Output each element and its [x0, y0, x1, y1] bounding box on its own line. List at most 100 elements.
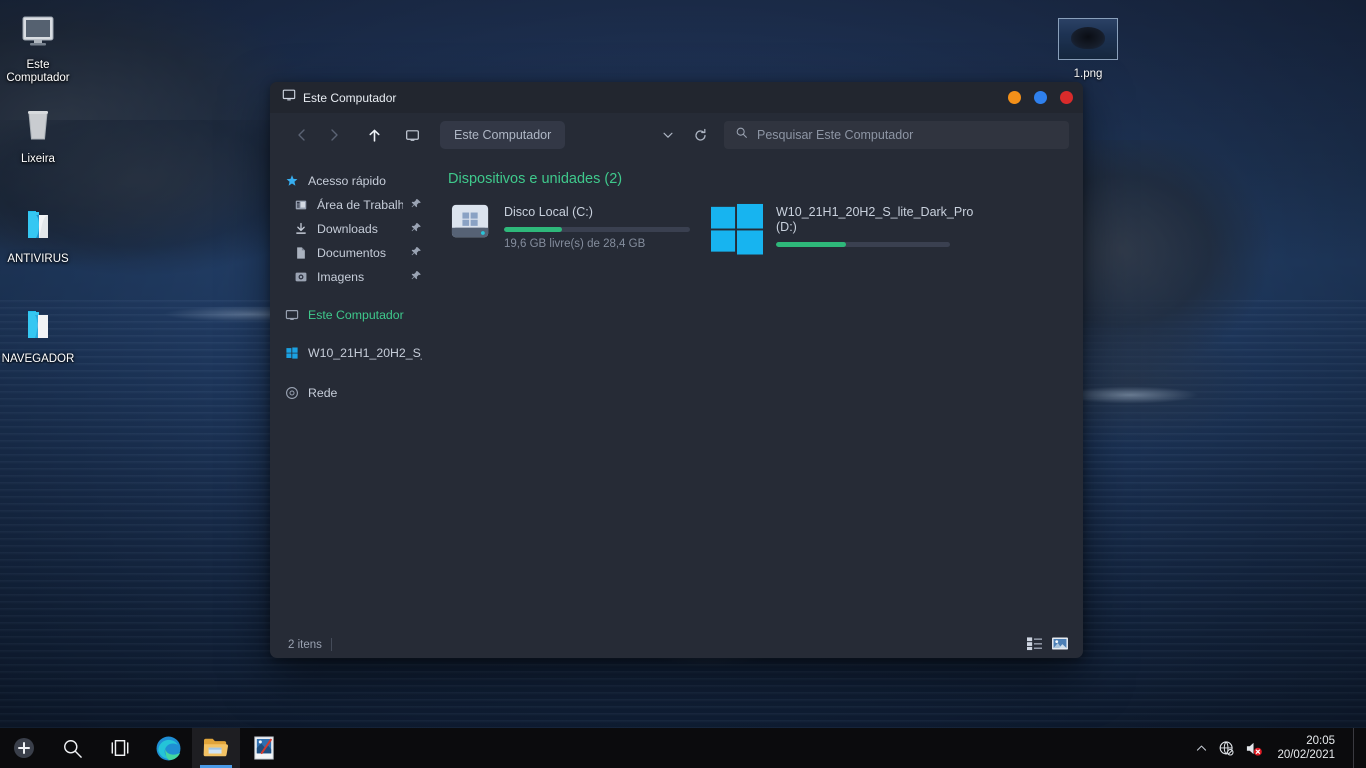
drive-usage-fill: [776, 242, 846, 247]
windows-icon: [284, 346, 300, 360]
task-view-icon: [111, 740, 129, 756]
sidebar-item-label: Downloads: [317, 222, 378, 236]
arrow-up-icon: [368, 129, 380, 142]
search-placeholder: Pesquisar Este Computador: [757, 128, 914, 142]
up-button[interactable]: [360, 121, 388, 149]
edge-button[interactable]: [144, 728, 192, 768]
sidebar-item-label: Rede: [308, 386, 338, 400]
monitor-icon: [0, 6, 76, 56]
monitor-icon: [282, 88, 296, 107]
chevron-left-icon: [298, 129, 305, 141]
drive-name: W10_21H1_20H2_S_lite_Dark_Pro (D:): [776, 205, 974, 234]
system-tray[interactable]: 20:05 20/02/2021: [1195, 728, 1366, 768]
desktop-icon-lixeira[interactable]: Lixeira: [0, 100, 76, 166]
task-view-button[interactable]: [96, 728, 144, 768]
drive-free-space: 19,6 GB livre(s) de 28,4 GB: [504, 238, 646, 250]
desktop-icon-este-computador[interactable]: Este Computador: [0, 6, 76, 85]
drive-usage-bar: [776, 242, 950, 247]
desktop-icon-label: ANTIVIRUS: [7, 253, 69, 265]
group-header: Dispositivos e unidades (2): [448, 171, 623, 187]
search-button[interactable]: [48, 728, 96, 768]
content-pane[interactable]: Dispositivos e unidades (2) Disco Local …: [430, 157, 1083, 631]
start-button[interactable]: [0, 728, 48, 768]
image-thumbnail-icon: [1058, 18, 1118, 60]
hard-drive-icon: [450, 203, 492, 260]
search-icon: [63, 739, 82, 758]
chevron-down-icon: [663, 132, 673, 138]
sidebar-item-rede[interactable]: Rede: [284, 381, 430, 405]
window-controls[interactable]: [1008, 82, 1073, 113]
pin-icon: [411, 198, 422, 212]
recent-locations-button[interactable]: [654, 121, 682, 149]
clock-time: 20:05: [1306, 735, 1335, 747]
this-pc-icon-button[interactable]: [398, 121, 426, 149]
drive-usage-fill: [504, 227, 562, 232]
recycle-bin-icon: [0, 100, 76, 150]
back-button[interactable]: [288, 121, 316, 149]
desktop-icon-label: Este Computador: [6, 59, 70, 84]
sidebar-item-documentos[interactable]: Documentos: [284, 241, 430, 265]
volume-muted-icon[interactable]: [1245, 740, 1263, 757]
clock[interactable]: 20:05 20/02/2021: [1273, 734, 1343, 762]
view-details-button[interactable]: [1026, 636, 1043, 654]
plus-circle-icon: [14, 738, 34, 758]
drive-usage-bar: [504, 227, 690, 232]
desktop-icon-1-png[interactable]: 1.png: [1050, 18, 1126, 82]
sidebar-item-imagens[interactable]: Imagens: [284, 265, 430, 289]
sidebar-item-downloads[interactable]: Downloads: [284, 217, 430, 241]
desktop[interactable]: Este Computador Lixeira ANTIVIRUS NAVEGA…: [0, 0, 1366, 768]
search-icon: [735, 126, 748, 144]
sidebar-item-label: Acesso rápido: [308, 174, 386, 188]
search-input[interactable]: Pesquisar Este Computador: [724, 121, 1069, 149]
maximize-button[interactable]: [1034, 91, 1047, 104]
file-explorer-button[interactable]: [192, 728, 240, 768]
drive-item-c[interactable]: Disco Local (C:) 19,6 GB livre(s) de 28,…: [446, 197, 694, 266]
show-desktop-button[interactable]: [1353, 728, 1358, 768]
refresh-icon: [694, 128, 706, 141]
drives-grid: Disco Local (C:) 19,6 GB livre(s) de 28,…: [446, 197, 1067, 266]
paint-icon: [254, 736, 274, 760]
minimize-button[interactable]: [1008, 91, 1021, 104]
sidebar-item-area-de-trabalho[interactable]: Área de Trabalho: [284, 193, 430, 217]
sidebar-item-label: W10_21H1_20H2_S_lit: [308, 346, 422, 360]
forward-button[interactable]: [320, 121, 348, 149]
pin-icon: [411, 246, 422, 260]
sidebar-item-acesso-rapido[interactable]: Acesso rápido: [284, 169, 430, 193]
sidebar-item-drive-d[interactable]: W10_21H1_20H2_S_lit: [284, 341, 430, 365]
navigation-toolbar[interactable]: Este Computador Pesquisar Este Computado…: [270, 113, 1083, 157]
drive-name: Disco Local (C:): [504, 205, 593, 219]
edge-icon: [156, 736, 180, 760]
desktop-icon-antivirus[interactable]: ANTIVIRUS: [0, 200, 76, 266]
show-hidden-icons-button[interactable]: [1195, 742, 1208, 755]
pin-icon: [411, 270, 422, 284]
folder-icon: [0, 300, 76, 350]
paint-button[interactable]: [240, 728, 288, 768]
pictures-icon: [293, 270, 309, 284]
clock-date: 20/02/2021: [1277, 749, 1335, 761]
view-thumbnails-button[interactable]: [1051, 636, 1069, 654]
network-disconnected-icon[interactable]: [1218, 740, 1235, 757]
breadcrumb[interactable]: Este Computador: [440, 121, 566, 149]
file-explorer-window[interactable]: Este Computador Este Computador Pesquisa…: [270, 82, 1083, 658]
close-button[interactable]: [1060, 91, 1073, 104]
desktop-icon: [293, 198, 309, 212]
sidebar-item-label: Documentos: [317, 246, 387, 260]
desktop-icon-label: NAVEGADOR: [1, 353, 75, 365]
folder-icon: [0, 200, 76, 250]
star-icon: [284, 174, 300, 188]
desktop-icon-navegador[interactable]: NAVEGADOR: [0, 300, 76, 366]
chevron-right-icon: [331, 129, 338, 141]
refresh-button[interactable]: [686, 121, 714, 149]
status-divider: [330, 638, 332, 651]
item-count: 2 itens: [288, 638, 322, 651]
sidebar-item-label: Área de Trabalho: [317, 198, 403, 212]
folder-icon: [203, 738, 228, 757]
navigation-pane[interactable]: Acesso rápido Área de Trabalho Downloads…: [270, 157, 430, 631]
window-titlebar[interactable]: Este Computador: [270, 82, 1083, 113]
pin-icon: [411, 222, 422, 236]
taskbar[interactable]: 20:05 20/02/2021: [0, 728, 1366, 768]
drive-item-d[interactable]: W10_21H1_20H2_S_lite_Dark_Pro (D:): [706, 197, 974, 266]
network-icon: [284, 386, 300, 400]
sidebar-item-este-computador[interactable]: Este Computador: [284, 303, 430, 327]
window-title: Este Computador: [303, 90, 397, 105]
